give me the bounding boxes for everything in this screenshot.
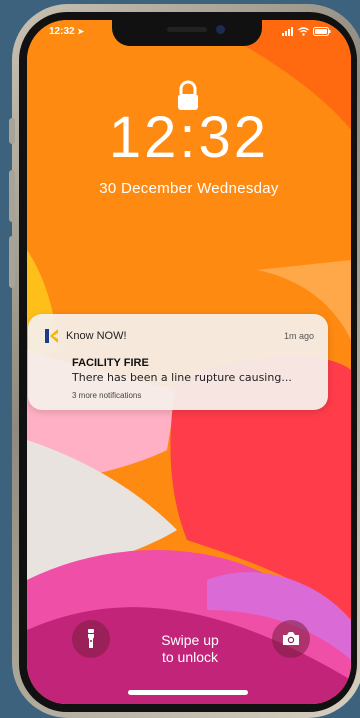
- camera-button[interactable]: [272, 620, 310, 658]
- notch: [112, 20, 262, 46]
- battery-icon: [313, 27, 331, 36]
- notification-body: There has been a line rupture causing...: [72, 371, 292, 384]
- signal-icon: [282, 27, 293, 36]
- flashlight-icon: [88, 629, 94, 648]
- notification-time: 1m ago: [283, 331, 314, 341]
- flashlight-button[interactable]: [72, 620, 110, 658]
- notification-app-name: Know NOW!: [66, 330, 127, 342]
- front-camera: [216, 25, 225, 34]
- lock-clock: 12:32: [108, 105, 270, 170]
- swipe-up-hint: Swipe up to unlock: [130, 632, 250, 666]
- volume-down-button: [9, 236, 15, 288]
- status-time: 12:32 ➤: [49, 26, 85, 37]
- know-now-app-icon: [45, 329, 58, 343]
- status-icons: [282, 27, 331, 36]
- swipe-line-1: Swipe up: [161, 632, 219, 648]
- lock-date: 30 December Wednesday: [99, 180, 279, 197]
- wifi-icon: [298, 27, 309, 36]
- notification-more[interactable]: 3 more notifications: [72, 391, 141, 400]
- volume-up-button: [9, 170, 15, 222]
- location-icon: ➤: [77, 27, 85, 36]
- home-indicator[interactable]: [128, 690, 248, 695]
- notification-title: FACILITY FIRE: [72, 357, 149, 369]
- camera-icon: [283, 632, 299, 645]
- speaker: [167, 27, 207, 32]
- swipe-line-2: to unlock: [161, 649, 219, 665]
- side-button: [9, 118, 15, 144]
